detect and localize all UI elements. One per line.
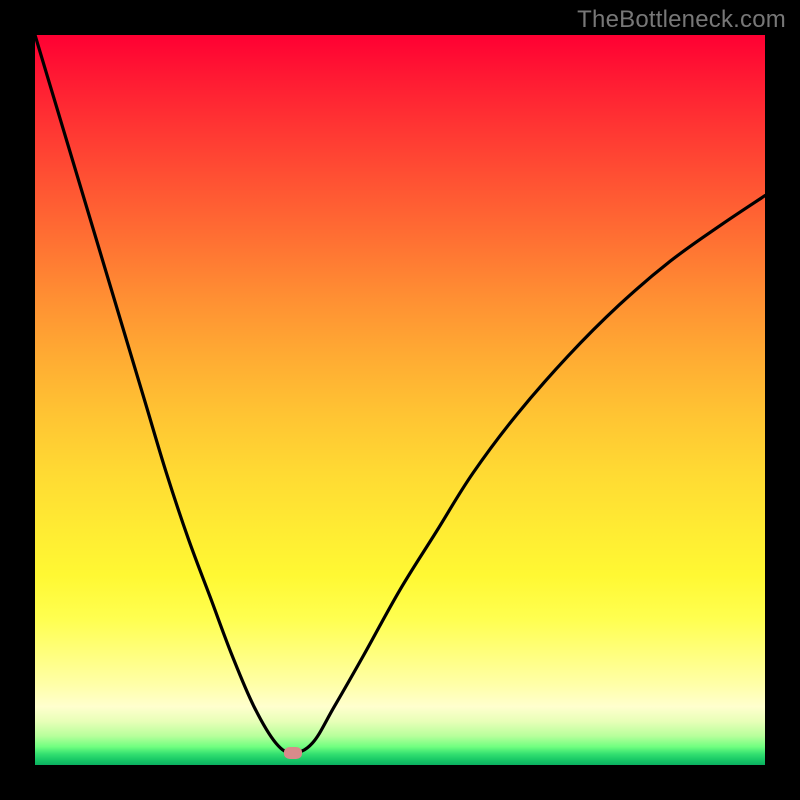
minimum-dot-icon xyxy=(284,747,302,759)
plot-area xyxy=(35,35,765,765)
watermark-text: TheBottleneck.com xyxy=(577,6,786,34)
chart-frame: TheBottleneck.com xyxy=(0,0,800,800)
curve-svg xyxy=(35,35,765,765)
bottleneck-curve-path xyxy=(35,35,765,753)
